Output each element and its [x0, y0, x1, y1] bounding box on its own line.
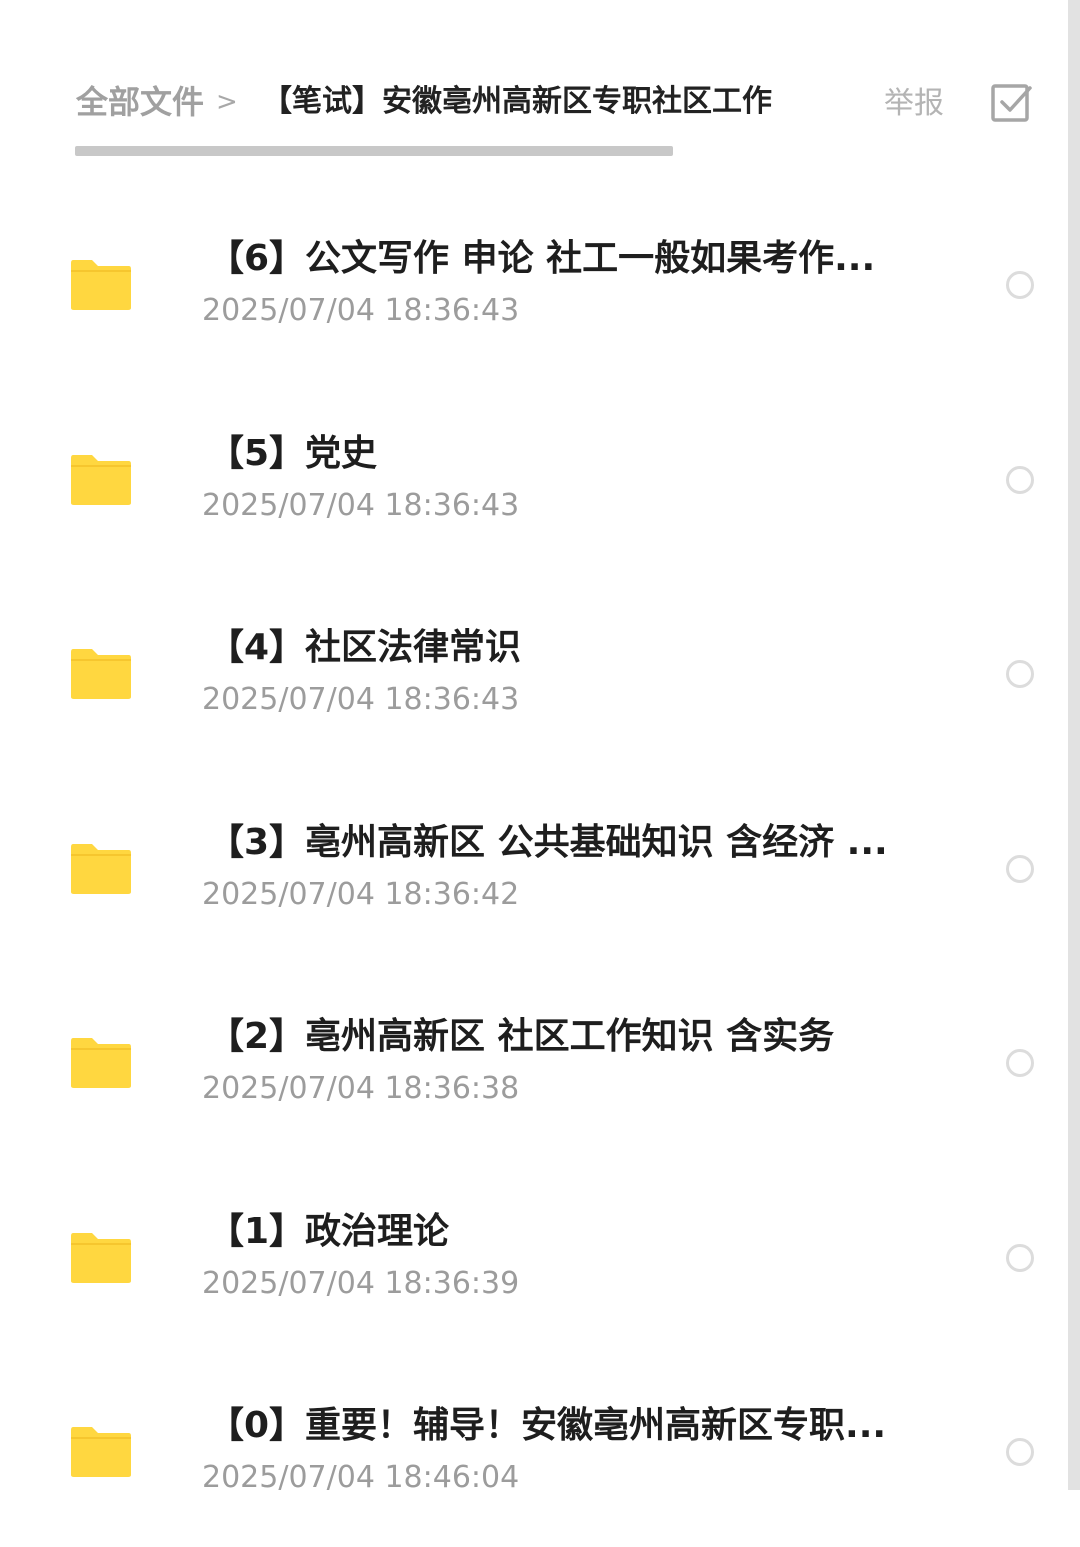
breadcrumb-scrollbar[interactable] [75, 146, 673, 156]
breadcrumb-root[interactable]: 全部文件 [76, 80, 204, 124]
file-time: 2025/07/04 18:36:39 [202, 1265, 520, 1301]
file-row[interactable]: 【1】政治理论 2025/07/04 18:36:39 [0, 1158, 1060, 1353]
checkbox-icon-svg [991, 84, 1032, 122]
radio-unchecked-icon[interactable] [1006, 271, 1034, 299]
file-name: 【5】党史 [208, 432, 378, 474]
file-row[interactable]: 【4】社区法律常识 2025/07/04 18:36:43 [0, 574, 1060, 769]
report-button[interactable]: 举报 [884, 82, 944, 126]
header: 全部文件 > 【笔试】安徽亳州高新区专职社区工作 举报 [0, 0, 1080, 170]
radio-unchecked-icon[interactable] [1006, 660, 1034, 688]
file-name: 【2】亳州高新区 社区工作知识 含实务 [208, 1016, 835, 1057]
file-name: 【6】公文写作 申论 社工一般如果考作... [208, 238, 876, 279]
file-name: 【4】社区法律常识 [208, 627, 522, 668]
radio-unchecked-icon[interactable] [1006, 1049, 1034, 1077]
radio-unchecked-icon[interactable] [1006, 1243, 1034, 1272]
file-time: 2025/07/04 18:46:04 [202, 1460, 520, 1495]
folder-icon [71, 454, 131, 505]
breadcrumb-separator: > [216, 87, 238, 117]
radio-unchecked-icon[interactable] [1006, 465, 1034, 494]
file-time: 2025/07/04 18:36:43 [202, 682, 520, 717]
file-name: 【0】重要！辅导！安徽亳州高新区专职... [208, 1405, 887, 1446]
folder-icon [71, 1038, 131, 1088]
file-time: 2025/07/04 18:36:43 [202, 293, 520, 328]
folder-icon [71, 843, 131, 894]
folder-icon [71, 1232, 131, 1283]
file-time: 2025/07/04 18:36:43 [202, 487, 520, 523]
breadcrumb-current: 【笔试】安徽亳州高新区专职社区工作 [262, 84, 772, 119]
file-time: 2025/07/04 18:36:42 [202, 876, 520, 912]
checkbox-icon[interactable] [990, 82, 1034, 126]
file-name: 【1】政治理论 [208, 1210, 450, 1252]
radio-unchecked-icon[interactable] [1006, 1438, 1034, 1466]
file-row[interactable]: 【0】重要！辅导！安徽亳州高新区专职... 2025/07/04 18:46:0… [0, 1352, 1060, 1547]
file-row[interactable]: 【3】亳州高新区 公共基础知识 含经济 ... 2025/07/04 18:36… [0, 769, 1060, 964]
file-list: 【6】公文写作 申论 社工一般如果考作... 2025/07/04 18:36:… [0, 185, 1060, 1547]
file-row[interactable]: 【6】公文写作 申论 社工一般如果考作... 2025/07/04 18:36:… [0, 185, 1060, 380]
folder-icon [71, 260, 131, 310]
radio-unchecked-icon[interactable] [1006, 854, 1034, 883]
file-row[interactable]: 【5】党史 2025/07/04 18:36:43 [0, 380, 1060, 575]
page-scrollbar[interactable] [1068, 0, 1080, 1490]
file-time: 2025/07/04 18:36:38 [202, 1071, 520, 1106]
folder-icon [71, 649, 131, 699]
folder-icon [71, 1427, 131, 1477]
file-name: 【3】亳州高新区 公共基础知识 含经济 ... [208, 821, 888, 863]
file-row[interactable]: 【2】亳州高新区 社区工作知识 含实务 2025/07/04 18:36:38 [0, 963, 1060, 1158]
